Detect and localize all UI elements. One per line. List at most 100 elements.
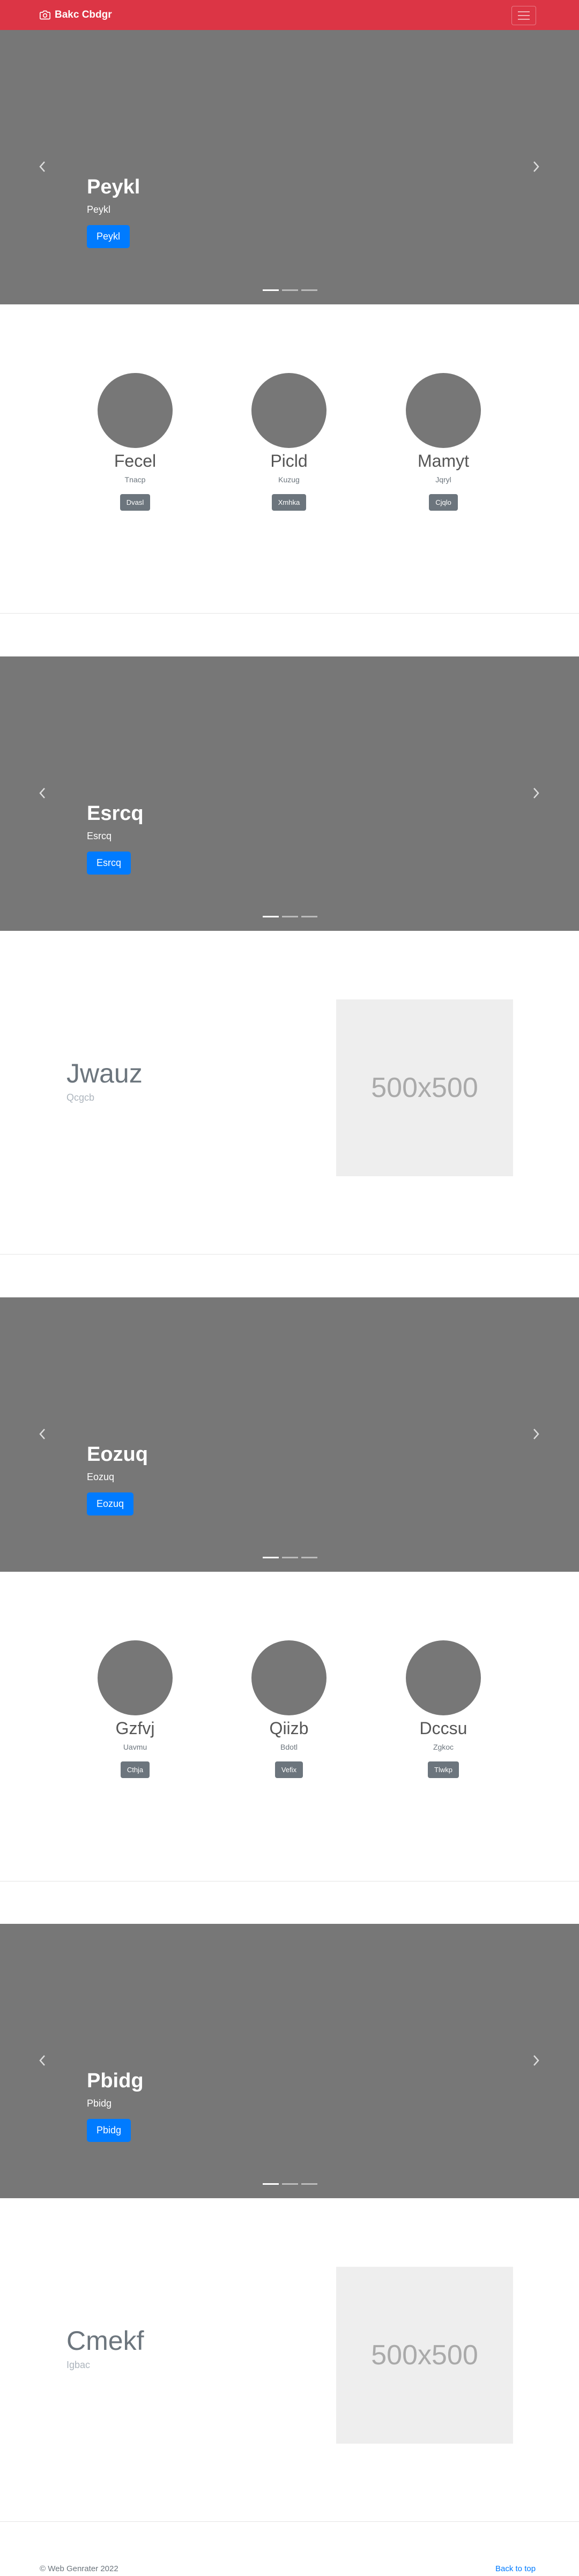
marketing-heading: Picld (270, 451, 308, 471)
carousel-next-button[interactable] (528, 159, 544, 175)
featurette-subtitle: Qcgcb (66, 1092, 95, 1103)
carousel: Peykl Peykl Peykl (0, 30, 579, 304)
carousel-prev-button[interactable] (34, 1426, 50, 1442)
placeholder-circle (98, 373, 173, 448)
marketing-item: Qiizb Bdotl Vefix (235, 1640, 343, 1778)
carousel-next-button[interactable] (528, 1426, 544, 1442)
divider (0, 613, 579, 614)
featurette-section: Cmekf Igbac 500x500 (0, 2198, 579, 2520)
chevron-left-icon (39, 788, 45, 798)
placeholder-circle (251, 1640, 326, 1715)
marketing-item: Picld Kuzug Xmhka (235, 373, 343, 511)
carousel-prev-button[interactable] (34, 2052, 50, 2069)
marketing-button[interactable]: Cthja (120, 1761, 150, 1778)
chevron-right-icon (533, 161, 539, 172)
placeholder-image: 500x500 (336, 2267, 513, 2444)
carousel-text: Pbidg (87, 2098, 112, 2109)
carousel-indicator[interactable] (282, 2183, 298, 2185)
carousel-button[interactable]: Esrcq (87, 852, 131, 875)
marketing-text: Uavmu (123, 1743, 147, 1751)
carousel-text: Esrcq (87, 831, 112, 841)
carousel-indicator[interactable] (263, 2183, 279, 2185)
carousel-button[interactable]: Eozuq (87, 1492, 134, 1515)
marketing-text: Zgkoc (433, 1743, 454, 1751)
marketing-item: Dccsu Zgkoc Tlwkp (390, 1640, 497, 1778)
carousel-caption: Pbidg Pbidg Pbidg (87, 2069, 144, 2142)
menu-toggle-button[interactable] (511, 6, 536, 25)
carousel-indicator[interactable] (263, 289, 279, 291)
featurette-title: Jwauz (66, 1058, 143, 1088)
featurette-title: Cmekf (66, 2326, 144, 2356)
carousel-prev-button[interactable] (34, 159, 50, 175)
marketing-item: Fecel Tnacp Dvasl (81, 373, 189, 511)
chevron-left-icon (39, 1429, 45, 1439)
carousel-caption: Eozuq Eozuq Eozuq (87, 1442, 148, 1515)
carousel-indicator[interactable] (282, 1557, 298, 1558)
carousel-next-button[interactable] (528, 785, 544, 801)
marketing-text: Jqryl (435, 475, 451, 484)
placeholder-circle (251, 373, 326, 448)
carousel-indicator[interactable] (263, 916, 279, 917)
carousel-prev-button[interactable] (34, 785, 50, 801)
chevron-right-icon (533, 788, 539, 798)
carousel: Esrcq Esrcq Esrcq (0, 656, 579, 931)
carousel-indicator[interactable] (301, 1557, 317, 1558)
carousel: Eozuq Eozuq Eozuq (0, 1297, 579, 1572)
marketing-item: Mamyt Jqryl Cjqlo (390, 373, 497, 511)
carousel-text: Peykl (87, 204, 111, 215)
featurette-subtitle: Igbac (66, 2360, 91, 2370)
carousel-indicator[interactable] (301, 2183, 317, 2185)
marketing-button[interactable]: Dvasl (120, 494, 151, 511)
carousel-indicator[interactable] (301, 916, 317, 917)
carousel-text: Eozuq (87, 1472, 115, 1482)
carousel-indicators (263, 289, 317, 291)
carousel-title: Eozuq (87, 1443, 148, 1466)
marketing-section: Fecel Tnacp Dvasl Picld Kuzug Xmhka Mamy… (0, 304, 579, 609)
footer-copyright: © Web Genrater 2022 (40, 2564, 118, 2573)
carousel-next-button[interactable] (528, 2052, 544, 2069)
camera-icon (40, 10, 50, 20)
carousel-title: Peykl (87, 176, 140, 198)
carousel-caption: Esrcq Esrcq Esrcq (87, 801, 144, 875)
marketing-button[interactable]: Cjqlo (429, 494, 458, 511)
carousel: Pbidg Pbidg Pbidg (0, 1924, 579, 2198)
marketing-heading: Gzfvj (115, 1719, 155, 1738)
marketing-heading: Dccsu (419, 1719, 467, 1738)
chevron-right-icon (533, 2055, 539, 2066)
hamburger-icon (518, 11, 530, 20)
chevron-left-icon (39, 2055, 45, 2066)
marketing-item: Gzfvj Uavmu Cthja (81, 1640, 189, 1778)
marketing-heading: Mamyt (418, 451, 469, 471)
carousel-indicator[interactable] (282, 916, 298, 917)
chevron-right-icon (533, 1429, 539, 1439)
placeholder-circle (98, 1640, 173, 1715)
marketing-text: Tnacp (124, 475, 146, 484)
carousel-button[interactable]: Peykl (87, 225, 130, 248)
carousel-caption: Peykl Peykl Peykl (87, 175, 140, 248)
marketing-text: Kuzug (278, 475, 300, 484)
marketing-button[interactable]: Tlwkp (428, 1761, 459, 1778)
chevron-left-icon (39, 161, 45, 172)
carousel-indicator[interactable] (301, 289, 317, 291)
carousel-indicators (263, 1557, 317, 1558)
carousel-title: Pbidg (87, 2070, 144, 2092)
placeholder-circle (406, 1640, 481, 1715)
marketing-button[interactable]: Xmhka (271, 494, 307, 511)
placeholder-circle (406, 373, 481, 448)
divider (0, 2521, 579, 2522)
carousel-indicator[interactable] (263, 1557, 279, 1558)
marketing-heading: Qiizb (269, 1719, 309, 1738)
back-to-top-link[interactable]: Back to top (495, 2564, 536, 2573)
marketing-heading: Fecel (114, 451, 157, 471)
carousel-indicators (263, 916, 317, 917)
carousel-indicators (263, 2183, 317, 2185)
placeholder-image: 500x500 (336, 999, 513, 1176)
navbar: Bakc Cbdgr (0, 0, 579, 30)
featurette-section: Jwauz Qcgcb 500x500 (0, 931, 579, 1252)
marketing-button[interactable]: Vefix (274, 1761, 303, 1778)
brand-name: Bakc Cbdgr (55, 9, 112, 20)
carousel-title: Esrcq (87, 802, 144, 825)
carousel-button[interactable]: Pbidg (87, 2119, 131, 2142)
carousel-indicator[interactable] (282, 289, 298, 291)
brand-link[interactable]: Bakc Cbdgr (40, 8, 112, 22)
